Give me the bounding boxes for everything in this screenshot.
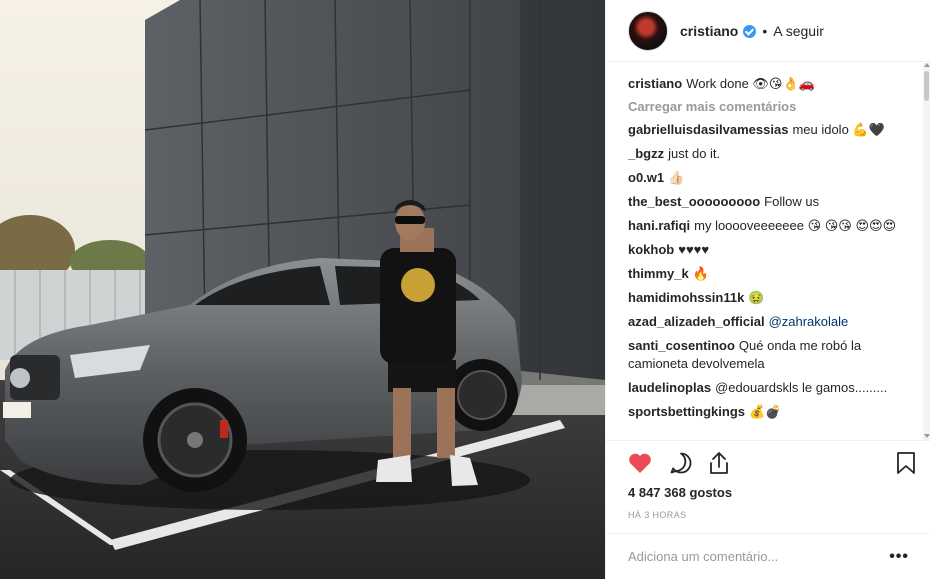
comment-text: 👍🏻 [668,170,685,185]
comment-username[interactable]: gabrielluisdasilvamessias [628,122,788,137]
comment-item: hamidimohssin11k 🤢 [628,289,924,307]
add-comment-bar: ••• [606,533,930,579]
comment-item: _bgzz just do it. [628,145,924,163]
comment-username[interactable]: azad_alizadeh_official [628,314,765,329]
comment-username[interactable]: o0.w1 [628,170,664,185]
comment-item: o0.w1 👍🏻 [628,169,924,187]
comment-text: Follow us [764,194,820,209]
comment-username[interactable]: _bgzz [628,146,664,161]
post-photo[interactable] [0,0,605,579]
share-icon[interactable] [707,451,731,475]
caption-username[interactable]: cristiano [628,76,682,91]
bookmark-icon[interactable] [894,451,918,475]
comment-username[interactable]: hani.rafiqi [628,218,690,233]
comment-username[interactable]: laudelinoplas [628,380,711,395]
author-username[interactable]: cristiano [680,23,738,39]
comment-item: azad_alizadeh_official @zahrakolale [628,313,924,331]
comment-item: hani.rafiqi my looooveeeeeee 😘 😘😘 😍😍😍 [628,217,924,235]
comment-item: laudelinoplas @edouardskls le gamos......… [628,379,924,397]
comment-text: ♥♥♥♥ [678,242,710,257]
comments-scrollbar[interactable] [923,63,930,440]
comment-text: meu idolo 💪🖤 [792,122,885,137]
comment-text: 💰💣 [749,404,782,419]
comment-item: gabrielluisdasilvamessias meu idolo 💪🖤 [628,121,924,139]
caption: cristiano Work done 👁😘👌🚗 [628,75,924,93]
comment-username[interactable]: kokhob [628,242,674,257]
comment-item: thimmy_k 🔥 [628,265,924,283]
post-header: cristiano • A seguir [606,0,930,62]
avatar[interactable] [628,10,668,51]
action-bar [606,440,930,480]
more-options-icon[interactable]: ••• [889,548,909,566]
follow-button[interactable]: A seguir [773,23,824,39]
verified-badge-icon [743,25,757,38]
comment-item: santi_cosentinoo Qué onda me robó la cami… [628,337,924,373]
comment-item: kokhob ♥♥♥♥ [628,241,924,259]
comment-username[interactable]: sportsbettingkings [628,404,745,419]
caption-text: Work done 👁😘👌🚗 [686,76,815,91]
post-image [0,0,605,579]
comment-text: 🔥 [692,266,709,281]
comment-text: 🤢 [748,290,765,305]
comment-username[interactable]: the_best_ooooooooo [628,194,760,209]
comment-item: sportsbettingkings 💰💣 [628,403,924,421]
post-timestamp[interactable]: HÁ 3 HORAS [628,510,687,520]
comment-username[interactable]: thimmy_k [628,266,689,281]
like-count[interactable]: 4 847 368 gostos [628,485,732,500]
heart-icon[interactable] [628,451,652,475]
scroll-down-arrow[interactable] [924,434,930,438]
separator: • [762,22,768,39]
comment-text: just do it. [668,146,721,161]
scroll-up-arrow[interactable] [924,63,930,67]
comment-username[interactable]: santi_cosentinoo [628,338,735,353]
comment-item: the_best_ooooooooo Follow us [628,193,924,211]
comment-mention[interactable]: @zahrakolale [769,314,849,329]
comment-text: @edouardskls le gamos......... [715,380,888,395]
comment-text: my looooveeeeeee 😘 😘😘 😍😍😍 [694,218,897,233]
comment-input[interactable] [628,549,890,564]
comment-username[interactable]: hamidimohssin11k [628,290,744,305]
scrollbar-thumb[interactable] [924,71,929,101]
post-sidebar: cristiano • A seguir cristiano Work done … [605,0,930,579]
load-more-comments-button[interactable]: Carregar mais comentários [628,99,924,114]
comment-icon[interactable] [669,451,693,475]
comment-list[interactable]: cristiano Work done 👁😘👌🚗 Carregar mais co… [606,63,924,440]
